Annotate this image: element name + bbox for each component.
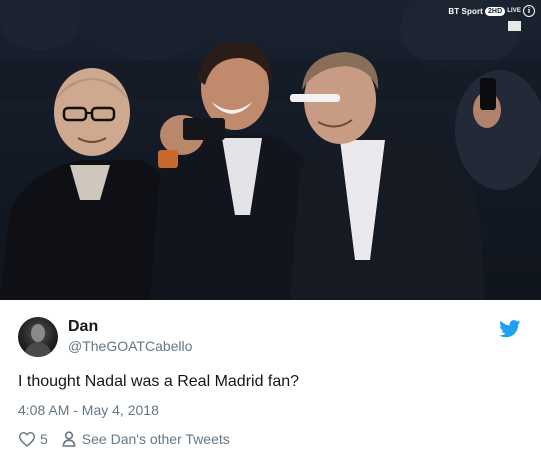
broadcast-channel: 2HD	[484, 6, 506, 16]
broadcast-bug: BT Sport 2HD LIVE i	[448, 5, 535, 17]
avatar[interactable]	[18, 317, 58, 357]
author-handle[interactable]: @TheGOATCabello	[68, 338, 192, 354]
see-other-tweets-link[interactable]: See Dan's other Tweets	[62, 431, 230, 447]
tweet-timestamp[interactable]: 4:08 AM - May 4, 2018	[18, 402, 159, 418]
author-name[interactable]: Dan	[68, 318, 98, 336]
like-button[interactable]: 5	[18, 431, 48, 447]
see-other-tweets-label: See Dan's other Tweets	[81, 431, 230, 447]
tweet-card: Dan @TheGOATCabello I thought Nadal was …	[0, 300, 541, 460]
photo-scene	[0, 0, 541, 300]
tweet-text: I thought Nadal was a Real Madrid fan?	[18, 373, 300, 390]
tweet-actions: 5 See Dan's other Tweets	[18, 431, 230, 447]
twitter-bird-icon[interactable]	[499, 320, 521, 338]
person-icon	[62, 431, 76, 447]
info-icon[interactable]: i	[523, 5, 535, 17]
broadcast-live: LIVE	[507, 8, 521, 14]
broadcast-brand: BT Sport	[448, 6, 483, 16]
heart-icon	[18, 431, 36, 447]
tweet-photo[interactable]: BT Sport 2HD LIVE i	[0, 0, 541, 300]
like-count: 5	[40, 431, 48, 447]
broadcast-square	[508, 21, 521, 31]
